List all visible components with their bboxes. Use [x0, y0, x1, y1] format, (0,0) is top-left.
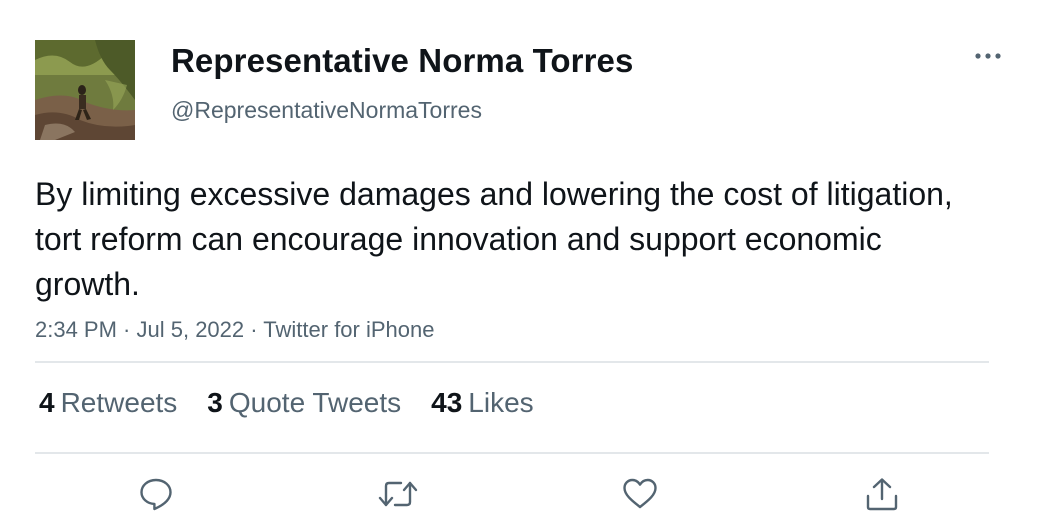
quote-tweets-count: 3	[207, 387, 223, 418]
likes-label: Likes	[468, 387, 534, 418]
tweet-date[interactable]: Jul 5, 2022	[137, 317, 245, 342]
retweets-count: 4	[39, 387, 55, 418]
meta-separator: ·	[116, 317, 137, 342]
retweet-arrows-icon	[378, 481, 418, 507]
ellipsis-icon	[975, 53, 1001, 59]
share-upload-icon	[866, 478, 898, 511]
share-button[interactable]	[860, 472, 904, 516]
retweet-button[interactable]	[376, 472, 420, 516]
retweets-stat[interactable]: 4 Retweets	[39, 387, 177, 419]
quote-tweets-stat[interactable]: 3 Quote Tweets	[207, 387, 401, 419]
tweet-card: Representative Norma Torres @Representat…	[0, 0, 1050, 525]
meta-separator: ·	[244, 317, 264, 342]
author-handle[interactable]: @RepresentativeNormaTorres	[171, 97, 482, 124]
engagement-stats: 4 Retweets 3 Quote Tweets 43 Likes	[39, 387, 564, 419]
author-display-name[interactable]: Representative Norma Torres	[171, 42, 633, 80]
tweet-metadata: 2:34 PM · Jul 5, 2022 · Twitter for iPho…	[35, 317, 434, 343]
tweet-time[interactable]: 2:34 PM	[35, 317, 117, 342]
more-options-button[interactable]	[970, 44, 1006, 68]
speech-bubble-icon	[140, 478, 172, 511]
divider	[35, 361, 989, 363]
tweet-source[interactable]: Twitter for iPhone	[263, 317, 434, 342]
avatar[interactable]	[35, 40, 135, 140]
like-button[interactable]	[618, 472, 662, 516]
likes-count: 43	[431, 387, 463, 418]
profile-photo-icon	[35, 40, 135, 140]
reply-button[interactable]	[134, 472, 178, 516]
divider	[35, 452, 989, 454]
heart-icon	[623, 478, 657, 509]
tweet-text: By limiting excessive damages and loweri…	[35, 176, 953, 302]
likes-stat[interactable]: 43 Likes	[431, 387, 534, 419]
retweets-label: Retweets	[60, 387, 178, 418]
quote-tweets-label: Quote Tweets	[228, 387, 402, 418]
